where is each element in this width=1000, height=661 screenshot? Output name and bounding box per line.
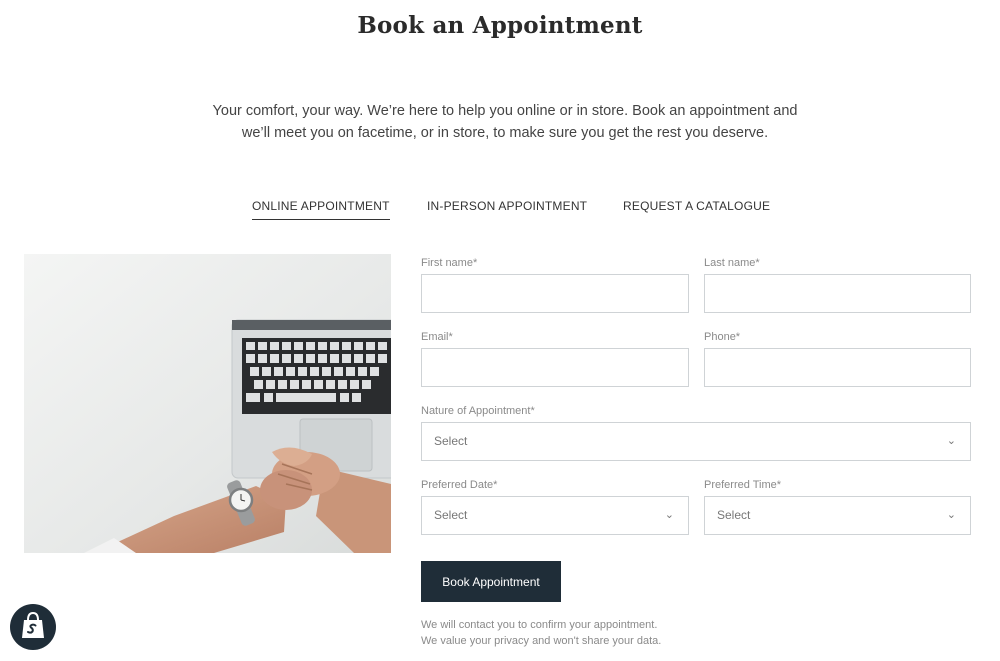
tab-request-catalogue[interactable]: REQUEST A CATALOGUE [623,199,770,219]
phone-label: Phone* [704,331,741,343]
last-name-field[interactable] [704,274,971,313]
first-name-field[interactable] [421,274,689,313]
email-label: Email* [421,331,453,343]
hero-photo [24,254,391,553]
time-select-value: Select [717,508,751,522]
chevron-down-icon: ⌄ [664,509,674,521]
intro-line-1: Your comfort, your way. We’re here to he… [212,103,798,119]
page-title: Book an Appointment [357,12,643,39]
tab-in-person-appointment[interactable]: IN-PERSON APPOINTMENT [427,199,587,219]
chevron-down-icon: ⌄ [946,435,956,447]
nature-label: Nature of Appointment* [421,405,535,417]
date-select[interactable]: Select ⌄ [421,496,689,535]
intro-text: Your comfort, your way. We’re here to he… [200,100,810,144]
confirm-note: We will contact you to confirm your appo… [421,619,658,631]
last-name-label: Last name* [704,257,760,269]
date-select-value: Select [434,508,468,522]
phone-field[interactable] [704,348,971,387]
date-label: Preferred Date* [421,479,498,491]
chevron-down-icon: ⌄ [946,509,956,521]
nature-select-value: Select [434,434,468,448]
first-name-label: First name* [421,257,478,269]
privacy-note: We value your privacy and won't share yo… [421,635,662,647]
email-field[interactable] [421,348,689,387]
tab-online-appointment[interactable]: ONLINE APPOINTMENT [252,199,390,220]
intro-line-2: we’ll meet you on facetime, or in store,… [241,125,769,141]
appointment-tabs: ONLINE APPOINTMENT IN-PERSON APPOINTMENT… [0,199,1000,223]
book-appointment-button[interactable]: Book Appointment [421,561,561,602]
time-label: Preferred Time* [704,479,782,491]
shopify-chat-badge[interactable] [10,604,56,650]
shopify-bag-icon [22,611,44,638]
nature-select[interactable]: Select ⌄ [421,422,971,461]
time-select[interactable]: Select ⌄ [704,496,971,535]
laptop-hands-illustration [24,254,391,553]
